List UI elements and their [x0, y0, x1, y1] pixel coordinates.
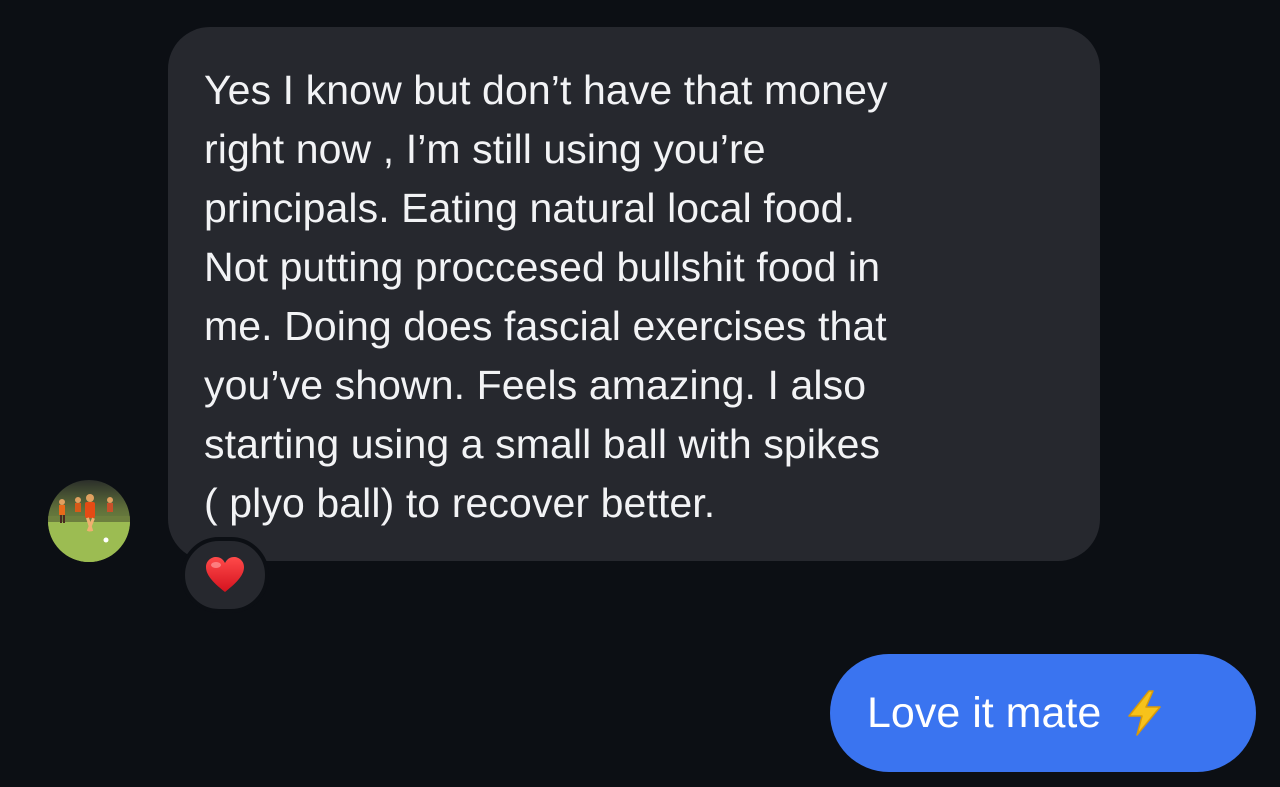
- avatar-photo-icon: [48, 480, 130, 562]
- incoming-message-bubble[interactable]: Yes I know but don’t have that money rig…: [168, 27, 1100, 561]
- outgoing-message-bubble[interactable]: Love it mate: [830, 654, 1256, 772]
- outgoing-message-text: Love it mate: [867, 688, 1102, 737]
- heart-emoji-icon: [206, 557, 244, 592]
- incoming-message-text: Yes I know but don’t have that money rig…: [204, 67, 888, 526]
- heart-reaction[interactable]: [181, 537, 269, 613]
- lightning-icon: [1125, 690, 1163, 736]
- avatar[interactable]: [48, 480, 130, 562]
- chat-thread: Yes I know but don’t have that money rig…: [0, 0, 1280, 787]
